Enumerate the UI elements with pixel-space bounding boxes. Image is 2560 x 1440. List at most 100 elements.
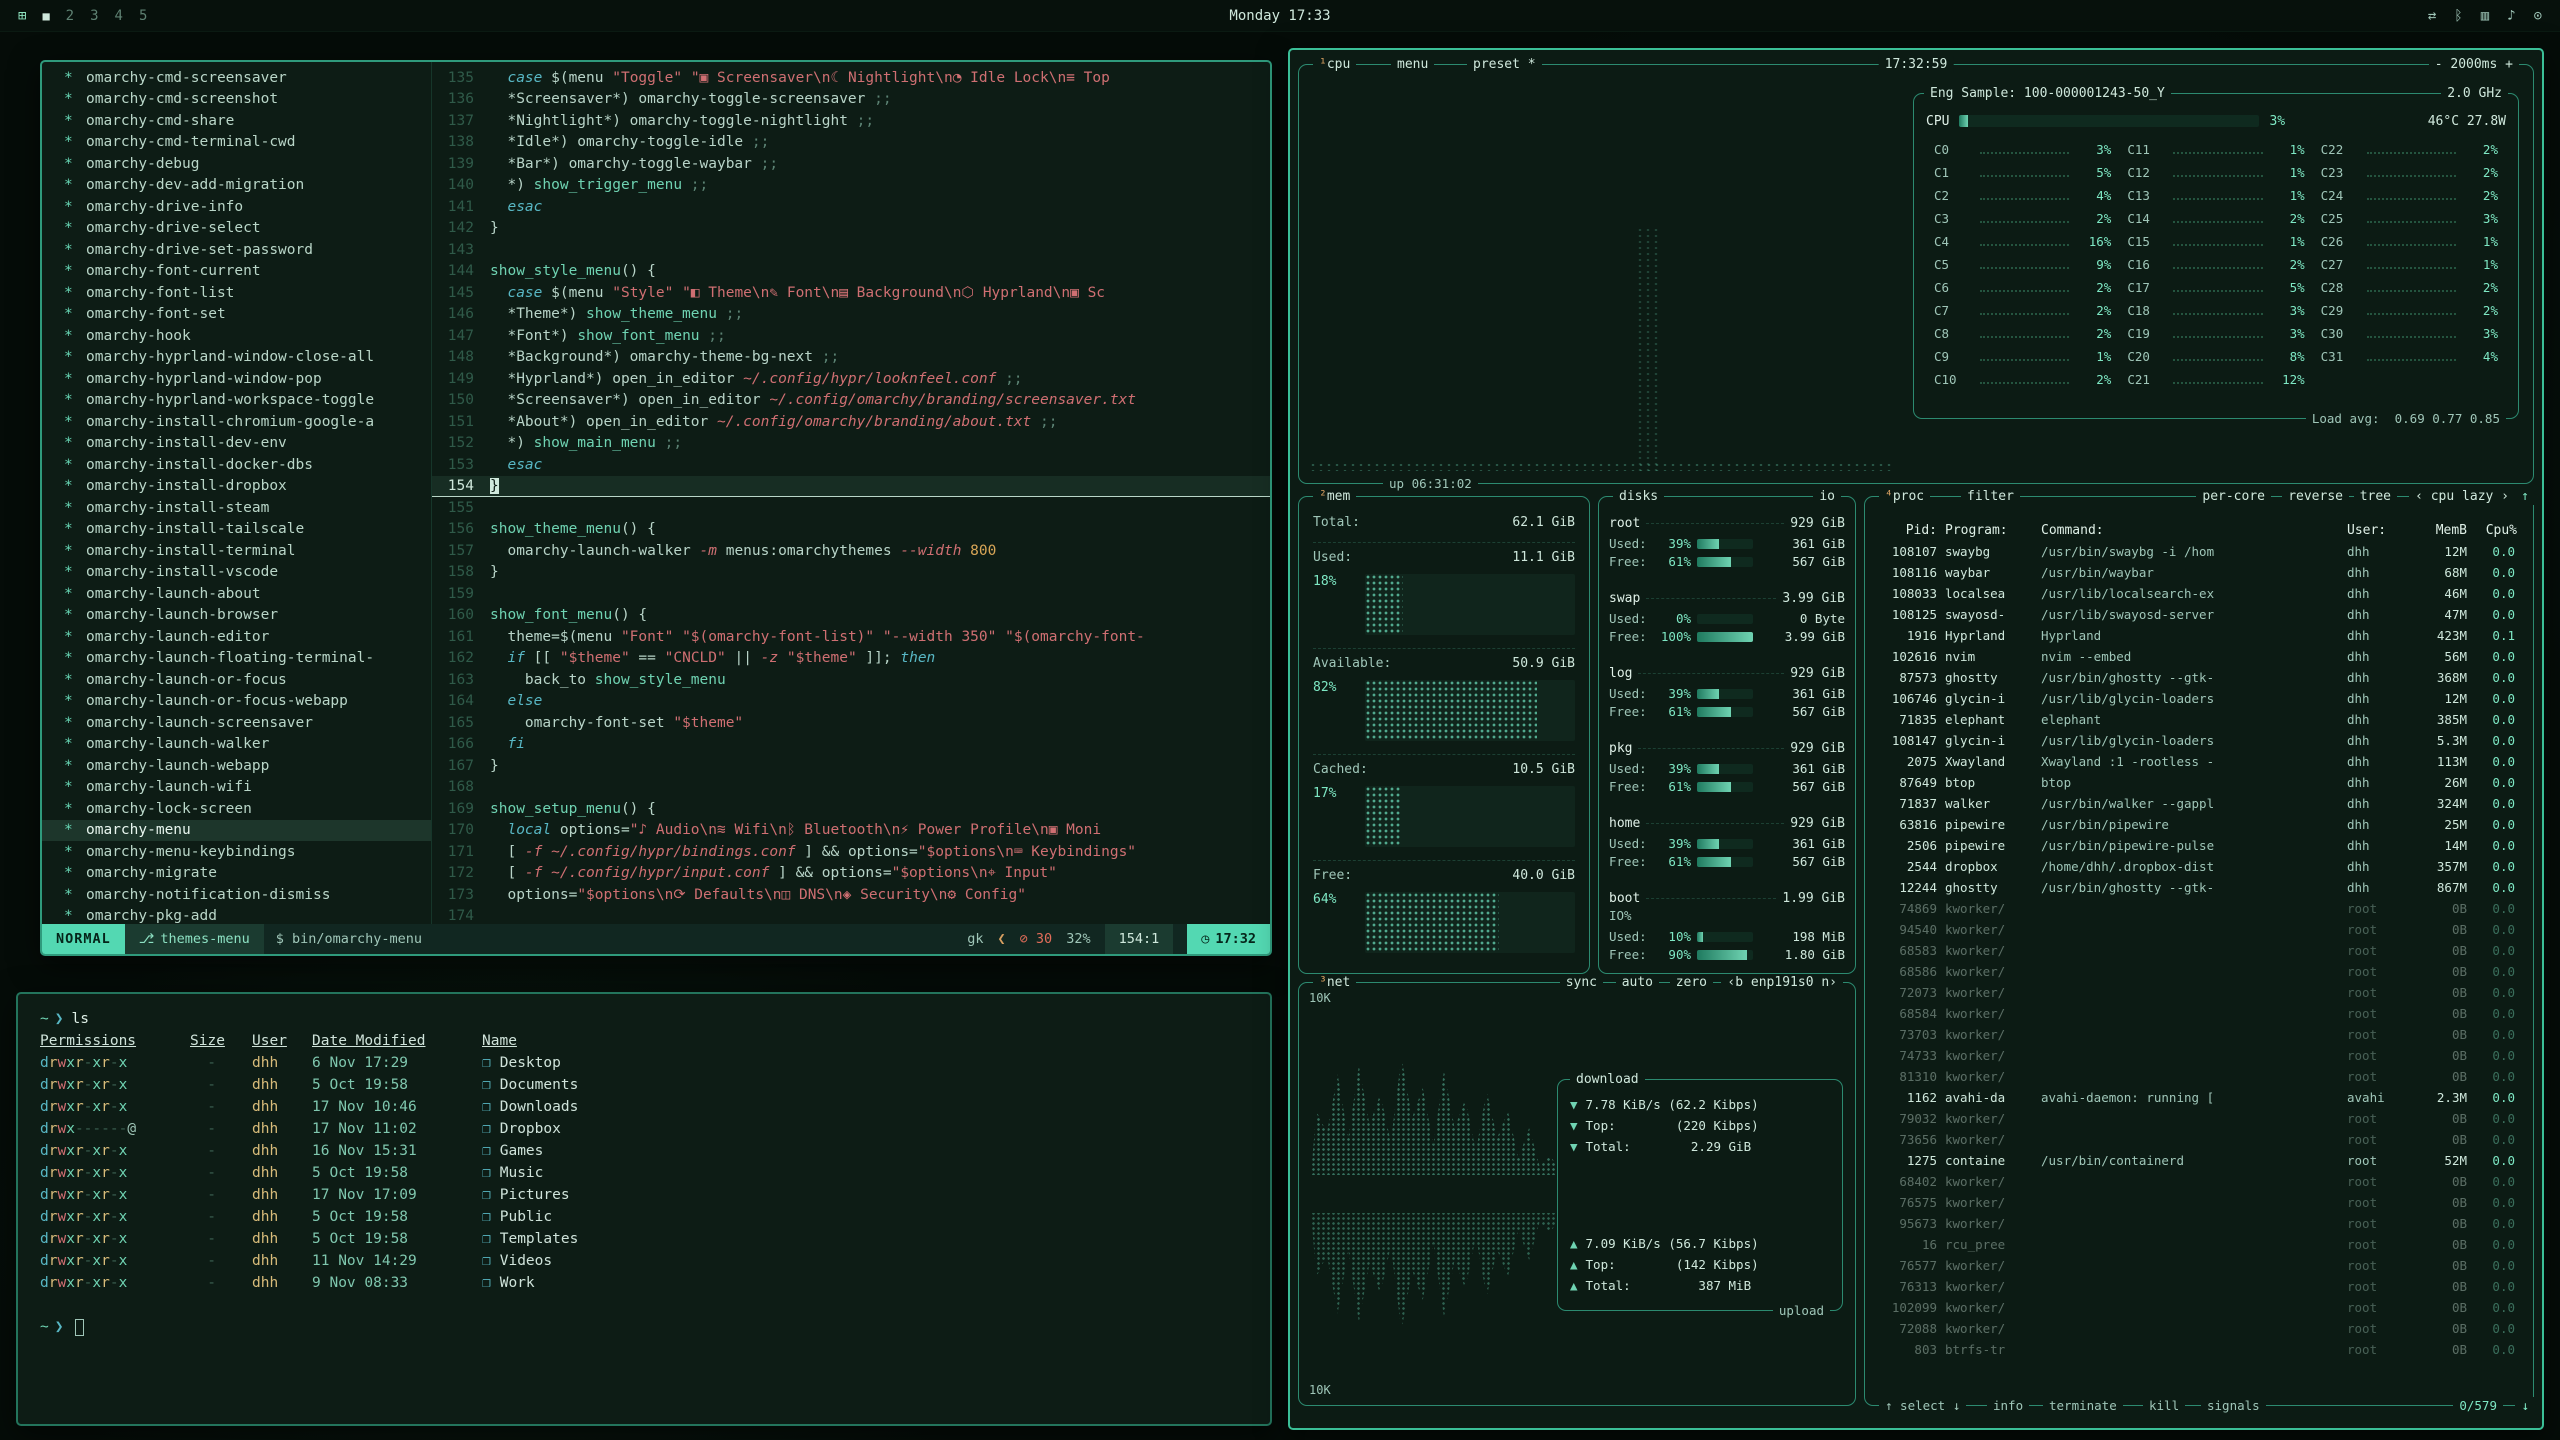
battery-icon[interactable]: ▥ (2481, 8, 2489, 24)
kill-button[interactable]: kill (2143, 1397, 2185, 1414)
process-row[interactable]: 71837 walker /usr/bin/walker --gappl dhh… (1873, 793, 2525, 814)
file-tree-item[interactable]: * omarchy-cmd-screensaver (42, 67, 431, 89)
signals-button[interactable]: signals (2201, 1397, 2266, 1414)
bluetooth-icon[interactable]: ᛒ (2454, 8, 2462, 24)
process-row[interactable]: 108107 swaybg /usr/bin/swaybg -i /hom dh… (1873, 541, 2525, 562)
process-row[interactable]: 102099 kworker/ root 0B 0.0 (1873, 1297, 2525, 1318)
process-row[interactable]: 63816 pipewire /usr/bin/pipewire dhh 25M… (1873, 814, 2525, 835)
io-mode-button[interactable]: io (1813, 488, 1841, 505)
net-sync-button[interactable]: sync (1560, 974, 1603, 991)
workspace-button[interactable]: 5 (139, 8, 147, 24)
file-tree-item[interactable]: * omarchy-cmd-terminal-cwd (42, 132, 431, 154)
file-tree-item[interactable]: * omarchy-pkg-add (42, 906, 431, 925)
process-row[interactable]: 108147 glycin-i /usr/lib/glycin-loaders … (1873, 730, 2525, 751)
file-tree-item[interactable]: * omarchy-launch-screensaver (42, 712, 431, 734)
file-tree-item[interactable]: * omarchy-install-vscode (42, 562, 431, 584)
process-row[interactable]: 74733 kworker/ root 0B 0.0 (1873, 1045, 2525, 1066)
process-row[interactable]: 2506 pipewire /usr/bin/pipewire-pulse dh… (1873, 835, 2525, 856)
file-tree-item[interactable]: * omarchy-lock-screen (42, 798, 431, 820)
file-tree-item[interactable]: * omarchy-hyprland-window-pop (42, 368, 431, 390)
process-row[interactable]: 94540 kworker/ root 0B 0.0 (1873, 919, 2525, 940)
process-row[interactable]: 81310 kworker/ root 0B 0.0 (1873, 1066, 2525, 1087)
file-tree-item[interactable]: * omarchy-launch-about (42, 583, 431, 605)
menu-button[interactable]: menu (1391, 56, 1434, 73)
file-tree-item[interactable]: * omarchy-debug (42, 153, 431, 175)
process-row[interactable]: 12244 ghostty /usr/bin/ghostty --gtk- dh… (1873, 877, 2525, 898)
process-row[interactable]: 79032 kworker/ root 0B 0.0 (1873, 1108, 2525, 1129)
process-row[interactable]: 102616 nvim nvim --embed dhh 56M 0.0 (1873, 646, 2525, 667)
process-row[interactable]: 106746 glycin-i /usr/lib/glycin-loaders … (1873, 688, 2525, 709)
file-tree-item[interactable]: * omarchy-hook (42, 325, 431, 347)
process-row[interactable]: 87573 ghostty /usr/bin/ghostty --gtk- dh… (1873, 667, 2525, 688)
file-tree-item[interactable]: * omarchy-install-dev-env (42, 433, 431, 455)
net-auto-button[interactable]: auto (1616, 974, 1659, 991)
process-row[interactable]: 108116 waybar /usr/bin/waybar dhh 68M 0.… (1873, 562, 2525, 583)
process-row[interactable]: 76577 kworker/ root 0B 0.0 (1873, 1255, 2525, 1276)
workspace-button[interactable]: 2 (66, 8, 74, 24)
file-tree-item[interactable]: * omarchy-hyprland-window-close-all (42, 347, 431, 369)
process-row[interactable]: 68583 kworker/ root 0B 0.0 (1873, 940, 2525, 961)
col-pid[interactable]: Pid: (1881, 523, 1945, 538)
file-tree-item[interactable]: * omarchy-launch-editor (42, 626, 431, 648)
process-row[interactable]: 1275 containe /usr/bin/containerd root 5… (1873, 1150, 2525, 1171)
file-tree-item[interactable]: * omarchy-launch-or-focus (42, 669, 431, 691)
file-tree-item[interactable]: * omarchy-cmd-share (42, 110, 431, 132)
file-tree-item[interactable]: * omarchy-install-chromium-google-a (42, 411, 431, 433)
file-tree-item[interactable]: * omarchy-cmd-screenshot (42, 89, 431, 111)
file-tree-item[interactable]: * omarchy-font-list (42, 282, 431, 304)
select-keys[interactable]: ↑ select ↓ (1879, 1397, 1966, 1414)
per-core-button[interactable]: per-core (2196, 488, 2271, 505)
col-program[interactable]: Program: (1945, 523, 2041, 538)
disks-tab[interactable]: disks (1613, 488, 1664, 505)
file-tree-item[interactable]: * omarchy-migrate (42, 863, 431, 885)
power-icon[interactable]: ⊙ (2534, 8, 2542, 24)
file-tree-item[interactable]: * omarchy-menu (42, 820, 431, 842)
col-memb[interactable]: MemB (2409, 523, 2467, 538)
terminal-window[interactable]: ~ ❯ ls Permissions Size User Date Modifi… (16, 992, 1272, 1426)
col-cpu[interactable]: Cpu% (2467, 523, 2517, 538)
process-row[interactable]: 68586 kworker/ root 0B 0.0 (1873, 961, 2525, 982)
net-zero-button[interactable]: zero (1670, 974, 1713, 991)
process-row[interactable]: 108033 localsea /usr/lib/localsearch-ex … (1873, 583, 2525, 604)
file-tree-item[interactable]: * omarchy-launch-floating-terminal- (42, 648, 431, 670)
file-tree-item[interactable]: * omarchy-install-tailscale (42, 519, 431, 541)
launcher-icon[interactable]: ⊞ (18, 8, 26, 24)
file-tree-item[interactable]: * omarchy-install-terminal (42, 540, 431, 562)
process-row[interactable]: 73656 kworker/ root 0B 0.0 (1873, 1129, 2525, 1150)
process-row[interactable]: 73703 kworker/ root 0B 0.0 (1873, 1024, 2525, 1045)
file-tree-item[interactable]: * omarchy-hyprland-workspace-toggle (42, 390, 431, 412)
proc-tab[interactable]: ⁴proc (1879, 488, 1930, 505)
scroll-up-icon[interactable]: ↑ (2515, 488, 2535, 505)
process-row[interactable]: 74869 kworker/ root 0B 0.0 (1873, 898, 2525, 919)
file-tree-item[interactable]: * omarchy-launch-wifi (42, 777, 431, 799)
workspace-1-active[interactable]: ■ (42, 9, 49, 23)
process-row[interactable]: 95673 kworker/ root 0B 0.0 (1873, 1213, 2525, 1234)
reverse-button[interactable]: reverse (2282, 488, 2349, 505)
mem-tab[interactable]: ²mem (1313, 488, 1356, 505)
file-tree-item[interactable]: * omarchy-dev-add-migration (42, 175, 431, 197)
col-command[interactable]: Command: (2041, 523, 2347, 538)
scroll-down-icon[interactable]: ↓ (2515, 1397, 2535, 1414)
process-row[interactable]: 72088 kworker/ root 0B 0.0 (1873, 1318, 2525, 1339)
file-tree-item[interactable]: * omarchy-drive-info (42, 196, 431, 218)
sort-mode-selector[interactable]: ‹ cpu lazy › (2409, 488, 2515, 505)
info-button[interactable]: info (1987, 1397, 2029, 1414)
filter-button[interactable]: filter (1961, 488, 2020, 505)
network-icon[interactable]: ⇄ (2428, 8, 2436, 24)
file-tree-item[interactable]: * omarchy-launch-browser (42, 605, 431, 627)
process-row[interactable]: 72073 kworker/ root 0B 0.0 (1873, 982, 2525, 1003)
file-tree-item[interactable]: * omarchy-drive-select (42, 218, 431, 240)
workspace-button[interactable]: 4 (115, 8, 123, 24)
update-interval[interactable]: - 2000ms + (2429, 56, 2519, 73)
process-row[interactable]: 1162 avahi-da avahi-daemon: running [ av… (1873, 1087, 2525, 1108)
process-row[interactable]: 76313 kworker/ root 0B 0.0 (1873, 1276, 2525, 1297)
process-row[interactable]: 1916 Hyprland Hyprland dhh 423M 0.1 (1873, 625, 2525, 646)
process-row[interactable]: 108125 swayosd- /usr/lib/swayosd-server … (1873, 604, 2525, 625)
process-row[interactable]: 16 rcu_pree root 0B 0.0 (1873, 1234, 2525, 1255)
file-tree-item[interactable]: * omarchy-launch-walker (42, 734, 431, 756)
file-tree-item[interactable]: * omarchy-launch-webapp (42, 755, 431, 777)
preset-button[interactable]: preset * (1467, 56, 1542, 73)
terminate-button[interactable]: terminate (2043, 1397, 2123, 1414)
process-row[interactable]: 68584 kworker/ root 0B 0.0 (1873, 1003, 2525, 1024)
workspace-button[interactable]: 3 (90, 8, 98, 24)
